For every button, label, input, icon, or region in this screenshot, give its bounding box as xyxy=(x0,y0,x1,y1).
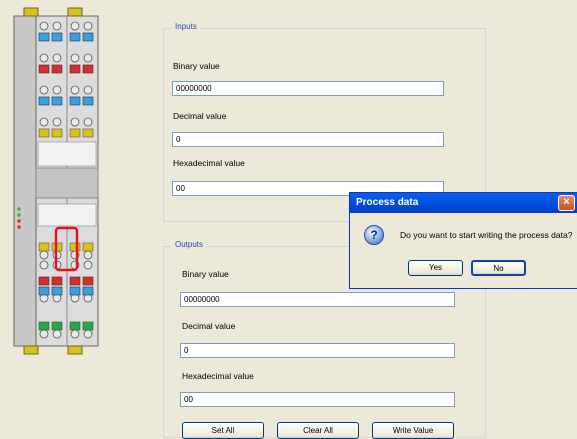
inputs-binary-label: Binary value xyxy=(173,61,220,71)
close-icon[interactable]: × xyxy=(558,195,575,211)
set-all-button[interactable]: Set All xyxy=(182,422,264,439)
clear-all-button[interactable]: Clear All xyxy=(277,422,359,439)
inputs-decimal-field[interactable]: 0 xyxy=(172,132,444,147)
inputs-legend: Inputs xyxy=(172,22,200,31)
inputs-decimal-label: Decimal value xyxy=(173,111,227,121)
question-icon: ? xyxy=(364,225,384,245)
outputs-binary-label: Binary value xyxy=(182,269,229,279)
outputs-binary-field[interactable]: 00000000 xyxy=(180,292,455,307)
outputs-hex-label: Hexadecimal value xyxy=(182,371,254,381)
dialog-titlebar[interactable]: Process data × xyxy=(350,193,577,213)
outputs-hex-field[interactable]: 00 xyxy=(180,392,455,407)
inputs-binary-field[interactable]: 00000000 xyxy=(172,81,444,96)
outputs-legend: Outputs xyxy=(172,240,207,249)
process-data-dialog: Process data × ? Do you want to start wr… xyxy=(349,192,577,289)
dialog-title: Process data xyxy=(356,197,419,208)
inputs-hex-label: Hexadecimal value xyxy=(173,158,245,168)
io-module-image xyxy=(12,6,102,356)
no-button[interactable]: No xyxy=(471,260,526,276)
write-value-button[interactable]: Write Value xyxy=(372,422,454,439)
outputs-decimal-field[interactable]: 0 xyxy=(180,343,455,358)
outputs-decimal-label: Decimal value xyxy=(182,321,236,331)
yes-button[interactable]: Yes xyxy=(408,260,463,276)
dialog-message: Do you want to start writing the process… xyxy=(400,230,573,240)
